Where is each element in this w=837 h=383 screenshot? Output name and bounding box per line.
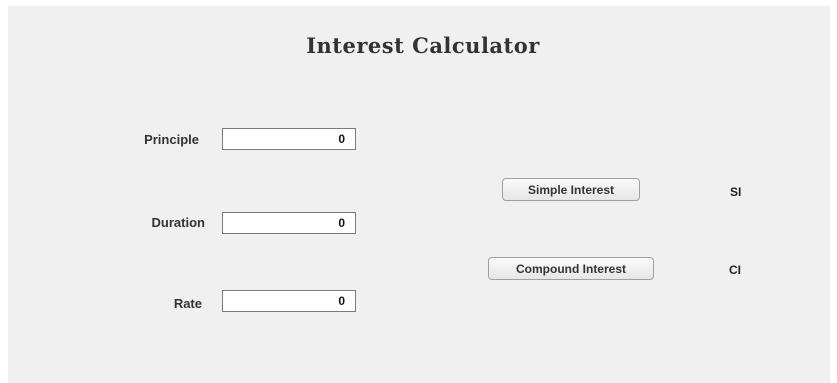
- page-title: Interest Calculator: [306, 33, 540, 58]
- principle-input[interactable]: [222, 128, 356, 150]
- calculator-window: Interest Calculator Principle Duration R…: [8, 6, 830, 383]
- principle-label: Principle: [144, 132, 199, 147]
- simple-interest-button[interactable]: Simple Interest: [502, 178, 640, 201]
- compound-interest-button[interactable]: Compound Interest: [488, 257, 654, 280]
- duration-label: Duration: [151, 215, 205, 230]
- rate-label: Rate: [173, 296, 202, 311]
- duration-input[interactable]: [222, 212, 356, 234]
- rate-input[interactable]: [222, 290, 356, 312]
- simple-interest-result: SI: [730, 185, 742, 199]
- compound-interest-result: CI: [729, 263, 741, 277]
